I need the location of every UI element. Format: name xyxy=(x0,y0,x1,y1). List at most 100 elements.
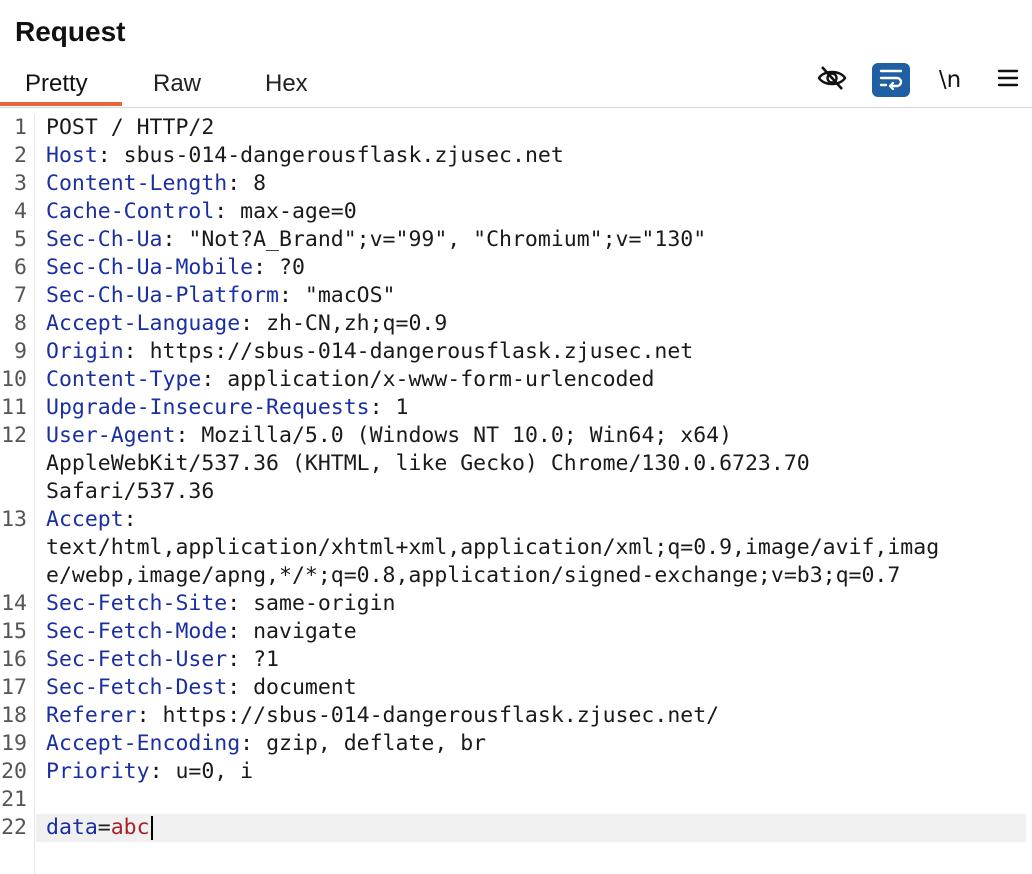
header-line: 3 Content-Length: 8 xyxy=(0,170,1032,198)
header-value: sbus-014-dangerousflask.zjusec.net xyxy=(123,143,564,168)
newline-label: \n xyxy=(938,67,962,93)
header-colon: : xyxy=(175,423,202,448)
header-colon: : xyxy=(136,703,163,728)
request-editor[interactable]: 1 POST / HTTP/2 2 Host: sbus-014-dangerou… xyxy=(0,114,1032,874)
header-colon: : xyxy=(227,171,254,196)
eye-slash-icon xyxy=(816,62,848,99)
header-value: "macOS" xyxy=(304,283,396,308)
header-value: https://sbus-014-dangerousflask.zjusec.n… xyxy=(162,703,720,728)
header-line: 11 Upgrade-Insecure-Requests: 1 xyxy=(0,394,1032,422)
header-line: 13 Accept: xyxy=(0,506,1032,534)
line-number: 1 xyxy=(14,115,27,140)
header: Accept-Language: zh-CN,zh;q=0.9 xyxy=(46,310,447,338)
header-name: Sec-Fetch-Dest xyxy=(46,675,228,700)
line-number: 3 xyxy=(14,171,27,196)
line-number: 6 xyxy=(14,255,27,280)
panel-title: Request xyxy=(15,16,126,47)
header-line: 10 Content-Type: application/x-www-form-u… xyxy=(0,366,1032,394)
line-number: 16 xyxy=(1,647,27,672)
header: Host: sbus-014-dangerousflask.zjusec.net xyxy=(46,142,564,170)
header-line: 12 User-Agent: Mozilla/5.0 (Windows NT 10… xyxy=(0,422,1032,450)
header-line: 19 Accept-Encoding: gzip, deflate, br xyxy=(0,730,1032,758)
line-number: 8 xyxy=(14,311,27,336)
header-name: Cache-Control xyxy=(46,199,215,224)
show-newlines-button[interactable]: \n xyxy=(934,62,966,98)
header-line: 8 Accept-Language: zh-CN,zh;q=0.9 xyxy=(0,310,1032,338)
header-line: 5 Sec-Ch-Ua: "Not?A_Brand";v="99", "Chrom… xyxy=(0,226,1032,254)
header: Upgrade-Insecure-Requests: 1 xyxy=(46,394,408,422)
header-line: 9 Origin: https://sbus-014-dangerousflask… xyxy=(0,338,1032,366)
hide-button[interactable] xyxy=(814,62,850,98)
header-colon: : xyxy=(369,395,396,420)
header-name: Accept xyxy=(46,507,124,532)
header-value: u=0, i xyxy=(175,759,254,784)
header: Sec-Fetch-Dest: document xyxy=(46,674,357,702)
header-value: Mozilla/5.0 (Windows NT 10.0; Win64; x64… xyxy=(201,423,733,448)
header: Content-Length: 8 xyxy=(46,170,266,198)
header-name: Origin xyxy=(46,339,124,364)
header-name: Host xyxy=(46,143,98,168)
header: Accept-Encoding: gzip, deflate, br xyxy=(46,730,486,758)
header-colon: : xyxy=(123,507,150,532)
header-name: Upgrade-Insecure-Requests xyxy=(46,395,370,420)
header: User-Agent: Mozilla/5.0 (Windows NT 10.0… xyxy=(46,422,732,450)
line-number: 21 xyxy=(1,787,27,812)
tab-hex[interactable]: Hex xyxy=(265,62,308,106)
line-number: 22 xyxy=(1,815,27,840)
line-number: 17 xyxy=(1,675,27,700)
header: Sec-Fetch-Site: same-origin xyxy=(46,590,396,618)
line-number: 20 xyxy=(1,759,27,784)
header-colon: : xyxy=(227,619,254,644)
header: Referer: https://sbus-014-dangerousflask… xyxy=(46,702,719,730)
wrap-lines-button[interactable] xyxy=(872,63,910,97)
header-colon: : xyxy=(201,367,228,392)
header-colon: : xyxy=(97,143,124,168)
header-line: 18 Referer: https://sbus-014-dangerousfla… xyxy=(0,702,1032,730)
header-value: 1 xyxy=(395,395,409,420)
header: Cache-Control: max-age=0 xyxy=(46,198,357,226)
line-number: 9 xyxy=(14,339,27,364)
tab-pretty[interactable]: Pretty xyxy=(25,62,88,106)
header-colon: : xyxy=(279,283,305,308)
body-param-equals: = xyxy=(97,815,111,840)
body-param-key: data xyxy=(46,815,98,840)
header-divider xyxy=(0,107,1032,108)
line-number: 12 xyxy=(1,423,27,448)
header-colon: : xyxy=(227,647,254,672)
header-value: "Not?A_Brand";v="99", "Chromium";v="130" xyxy=(188,227,707,252)
header: Content-Type: application/x-www-form-url… xyxy=(46,366,654,394)
header: Sec-Ch-Ua-Platform: "macOS" xyxy=(46,282,396,310)
line-number: 14 xyxy=(1,591,27,616)
header-value: navigate xyxy=(253,619,357,644)
header-name: Content-Length xyxy=(46,171,228,196)
header-colon: : xyxy=(240,731,267,756)
user-agent-continuation: AppleWebKit/537.36 (KHTML, like Gecko) C… xyxy=(46,451,810,476)
menu-button[interactable] xyxy=(994,62,1022,98)
accept-continuation: e/webp,image/apng,*/*;q=0.8,application/… xyxy=(46,563,901,588)
header-value: 8 xyxy=(253,171,267,196)
header-name: Accept-Language xyxy=(46,311,241,336)
header-value: same-origin xyxy=(253,591,396,616)
hamburger-menu-icon xyxy=(996,67,1020,94)
header-name: Sec-Ch-Ua-Mobile xyxy=(46,255,254,280)
header-name: Sec-Ch-Ua xyxy=(46,227,163,252)
line-number: 7 xyxy=(14,283,27,308)
line-number: 4 xyxy=(14,199,27,224)
line-number: 10 xyxy=(1,367,27,392)
header-value: zh-CN,zh;q=0.9 xyxy=(266,311,448,336)
body-param-value: abc xyxy=(110,815,150,840)
header-name: Content-Type xyxy=(46,367,202,392)
active-tab-indicator xyxy=(0,102,122,106)
line-number: 11 xyxy=(1,395,27,420)
tab-raw[interactable]: Raw xyxy=(153,62,201,106)
header-value: https://sbus-014-dangerousflask.zjusec.n… xyxy=(149,339,694,364)
header-colon: : xyxy=(253,255,279,280)
line-number: 15 xyxy=(1,619,27,644)
header-colon: : xyxy=(162,227,189,252)
header-line: 17 Sec-Fetch-Dest: document xyxy=(0,674,1032,702)
header-name: Accept-Encoding xyxy=(46,731,241,756)
request-body[interactable]: data=abc xyxy=(46,814,153,842)
line-number: 5 xyxy=(14,227,27,252)
header-name: Priority xyxy=(46,759,150,784)
header-value: gzip, deflate, br xyxy=(266,731,487,756)
